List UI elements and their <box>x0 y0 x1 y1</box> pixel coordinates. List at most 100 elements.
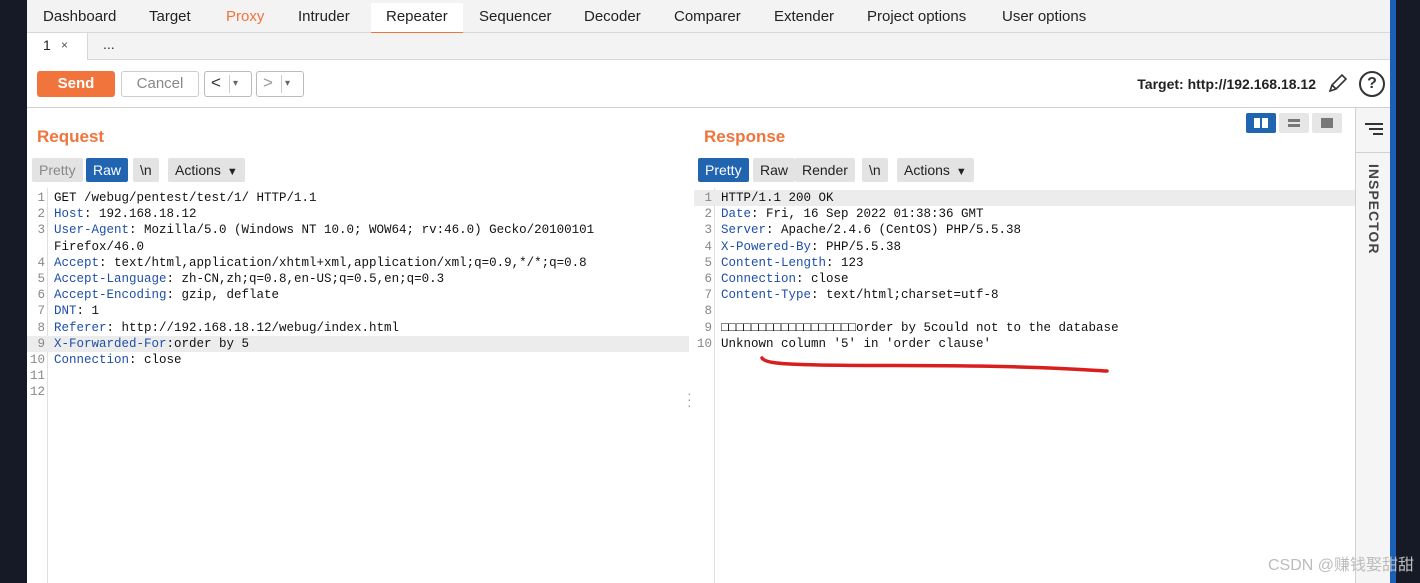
code-line[interactable]: 9 X-Forwarded-For:order by 5 <box>27 335 689 352</box>
new-tab-button[interactable]: ... <box>103 36 115 52</box>
drag-handle-icon[interactable]: · · · <box>687 386 692 412</box>
line-number: 11 <box>29 369 45 384</box>
line-text: Connection: close <box>721 271 849 287</box>
response-editor[interactable]: 1 HTTP/1.1 200 OK 2 Date: Fri, 16 Sep 2022 … <box>694 188 1355 583</box>
code-line[interactable]: 6 Connection: close <box>694 271 1355 287</box>
close-icon[interactable]: × <box>61 38 68 52</box>
tab-user-options[interactable]: User options <box>1002 8 1086 25</box>
request-tab-raw[interactable]: Raw <box>86 158 129 182</box>
inspector-sidebar[interactable]: INSPECTOR <box>1355 108 1390 583</box>
cancel-button[interactable]: Cancel <box>121 71 199 97</box>
header-value: : 192.168.18.12 <box>84 207 197 222</box>
line-number: 10 <box>696 336 712 351</box>
code-line[interactable]: 1 GET /webug/pentest/test/1/ HTTP/1.1 <box>27 190 689 206</box>
code-line[interactable]: 2 Date: Fri, 16 Sep 2022 01:38:36 GMT <box>694 206 1355 222</box>
tab-extender[interactable]: Extender <box>774 8 834 25</box>
header-value: : zh-CN,zh;q=0.8,en-US;q=0.5,en;q=0.3 <box>166 272 445 286</box>
request-tab-newline[interactable]: \n <box>133 158 159 182</box>
code-line[interactable]: 4 X-Powered-By: PHP/5.5.38 <box>694 239 1355 255</box>
line-text: Server: Apache/2.4.6 (CentOS) PHP/5.5.38 <box>721 222 1021 238</box>
tab-decoder[interactable]: Decoder <box>584 8 641 25</box>
code-line[interactable]: 8 Referer: http://192.168.18.12/webug/ind… <box>27 320 689 336</box>
code-line[interactable]: 5 Accept-Language: zh-CN,zh;q=0.8,en-US;q… <box>27 271 689 287</box>
toolbar: Send Cancel < ▾ > ▾ Target: http://192.1… <box>27 60 1390 108</box>
menu-icon[interactable] <box>1365 122 1383 139</box>
red-underline-annotation <box>760 356 1109 373</box>
header-key: Connection <box>721 272 797 286</box>
tab-comparer[interactable]: Comparer <box>674 8 741 25</box>
line-text: Content-Type: text/html;charset=utf-8 <box>721 287 999 303</box>
code-line[interactable]: 12 <box>27 384 689 400</box>
tab-dashboard[interactable]: Dashboard <box>43 8 116 25</box>
response-actions-button[interactable]: Actions ▼ <box>897 158 974 182</box>
header-value: : 123 <box>826 255 864 270</box>
help-icon[interactable]: ? <box>1359 71 1385 97</box>
code-line[interactable]: 8 <box>694 303 1355 319</box>
history-forward-button[interactable]: > ▾ <box>256 71 304 97</box>
line-text: User-Agent: Mozilla/5.0 (Windows NT 10.0… <box>54 222 594 238</box>
code-line[interactable]: 9 □□□□□□□□□□□□□□□□□□order by 5could not t… <box>694 320 1355 336</box>
tab-sequencer[interactable]: Sequencer <box>479 8 552 25</box>
line-number: 5 <box>704 255 712 270</box>
response-tab-newline[interactable]: \n <box>862 158 888 182</box>
chevron-down-icon[interactable]: ▾ <box>233 78 238 89</box>
side-by-side-layout-icon[interactable] <box>1246 113 1276 133</box>
request-editor[interactable]: 1 GET /webug/pentest/test/1/ HTTP/1.1 2 Hos… <box>27 188 689 583</box>
request-actions-button[interactable]: Actions ▼ <box>168 158 245 182</box>
line-text: Unknown column '5' in 'order clause' <box>721 336 991 352</box>
line-number: 4 <box>704 239 712 254</box>
header-value: : http://192.168.18.12/webug/index.html <box>106 320 400 335</box>
request-tab-pretty[interactable]: Pretty <box>32 158 83 182</box>
response-tab-raw[interactable]: Raw <box>753 158 796 182</box>
line-text: X-Forwarded-For:order by 5 <box>54 336 249 352</box>
code-line[interactable]: 7 Content-Type: text/html;charset=utf-8 <box>694 287 1355 303</box>
tab-repeater[interactable]: Repeater <box>386 8 448 25</box>
tabbed-layout-icon[interactable] <box>1312 113 1342 133</box>
divider <box>229 75 230 93</box>
inspector-label[interactable]: INSPECTOR <box>1366 164 1382 254</box>
chevron-down-icon[interactable]: ▾ <box>285 78 290 89</box>
code-line[interactable]: 4 Accept: text/html,application/xhtml+xml… <box>27 255 689 271</box>
tab-intruder[interactable]: Intruder <box>298 8 350 25</box>
code-line[interactable]: 10 Unknown column '5' in 'order clause' <box>694 336 1355 352</box>
response-tab-pretty[interactable]: Pretty <box>698 158 749 182</box>
code-line[interactable]: 3 User-Agent: Mozilla/5.0 (Windows NT 10.… <box>27 222 689 238</box>
tab-target[interactable]: Target <box>149 8 191 25</box>
code-line[interactable]: 3 Server: Apache/2.4.6 (CentOS) PHP/5.5.3… <box>694 222 1355 238</box>
code-line[interactable]: 5 Content-Length: 123 <box>694 255 1355 271</box>
line-text: Accept-Language: zh-CN,zh;q=0.8,en-US;q=… <box>54 271 444 287</box>
line-number: 4 <box>37 255 45 270</box>
header-key: X-Forwarded-For <box>54 336 167 351</box>
horizontal-layout-icon[interactable] <box>1279 113 1309 133</box>
response-title: Response <box>704 127 786 146</box>
pencil-icon[interactable] <box>1327 72 1349 97</box>
history-back-button[interactable]: < ▾ <box>204 71 252 97</box>
pane-splitter[interactable] <box>689 108 691 583</box>
repeater-tab-1[interactable]: 1 × <box>27 33 88 60</box>
header-value: : text/html;charset=utf-8 <box>811 288 999 303</box>
line-text: Content-Length: 123 <box>721 255 864 271</box>
header-value: : Mozilla/5.0 (Windows NT 10.0; WOW64; r… <box>129 223 595 238</box>
divider <box>1356 152 1390 153</box>
response-tab-render[interactable]: Render <box>795 158 855 182</box>
code-line[interactable]: 11 <box>27 368 689 384</box>
code-line[interactable]: 2 Host: 192.168.18.12 <box>27 206 689 222</box>
tab-project-options[interactable]: Project options <box>867 8 966 25</box>
code-line[interactable]: Firefox/46.0 <box>27 239 689 255</box>
code-line[interactable]: 7 DNT: 1 <box>27 303 689 319</box>
code-line[interactable]: 6 Accept-Encoding: gzip, deflate <box>27 287 689 303</box>
code-line[interactable]: 10 Connection: close <box>27 352 689 368</box>
send-button[interactable]: Send <box>37 71 115 97</box>
code-line[interactable]: 1 HTTP/1.1 200 OK <box>694 190 1355 206</box>
line-number: 8 <box>37 320 45 335</box>
header-value: □□□□□□□□□□□□□□□□□□order by 5could not to… <box>721 320 1119 335</box>
repeater-tab-label: 1 <box>43 37 51 53</box>
line-number: 1 <box>704 191 712 205</box>
tab-proxy[interactable]: Proxy <box>226 8 264 25</box>
line-text: Referer: http://192.168.18.12/webug/inde… <box>54 320 399 336</box>
chevron-left-icon: < <box>211 73 221 92</box>
header-key: Server <box>721 223 767 238</box>
header-value: HTTP/1.1 200 OK <box>721 191 834 205</box>
line-text: HTTP/1.1 200 OK <box>721 190 834 206</box>
chevron-right-icon: > <box>263 73 273 92</box>
